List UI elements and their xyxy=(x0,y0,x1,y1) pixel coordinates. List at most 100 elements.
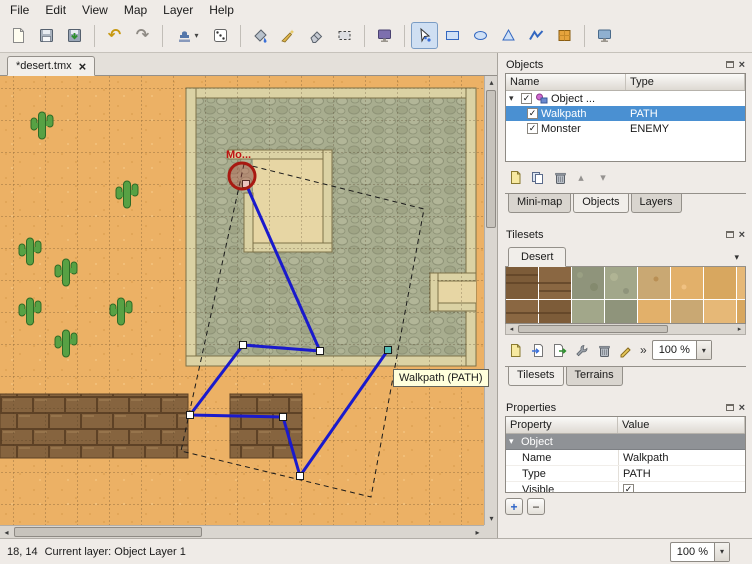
visibility-checkbox[interactable]: ✓ xyxy=(527,108,538,119)
save-map-button[interactable] xyxy=(33,22,60,49)
edit-polygons-button[interactable] xyxy=(411,22,438,49)
insert-polygon-button[interactable] xyxy=(495,22,522,49)
tab-minimap[interactable]: Mini-map xyxy=(508,194,571,213)
scroll-left-icon[interactable]: ◂ xyxy=(506,324,517,334)
dock-float-icon[interactable] xyxy=(726,404,734,411)
visible-checkbox[interactable]: ✓ xyxy=(623,484,634,493)
redo-button[interactable]: ↷ xyxy=(129,22,156,49)
new-map-button[interactable] xyxy=(5,22,32,49)
path-handle[interactable] xyxy=(187,412,194,419)
path-handle[interactable] xyxy=(240,342,247,349)
tileset-tab-desert[interactable]: Desert xyxy=(508,247,566,267)
selected-path-handle[interactable] xyxy=(385,347,392,354)
menu-file[interactable]: File xyxy=(2,1,37,19)
scroll-left-icon[interactable]: ◂ xyxy=(0,526,13,539)
new-tileset-button[interactable] xyxy=(505,340,525,360)
path-handle[interactable] xyxy=(280,414,287,421)
cursor-position: 18, 14 xyxy=(7,546,38,558)
horizontal-scrollbar-thumb[interactable] xyxy=(14,527,202,537)
properties-buttons: + − xyxy=(505,498,746,515)
remove-tileset-button[interactable] xyxy=(593,340,613,360)
horizontal-scrollbar[interactable]: ◂ ▸ xyxy=(0,525,484,538)
path-handle[interactable] xyxy=(297,473,304,480)
rect-select-button[interactable] xyxy=(331,22,358,49)
edit-terrain-button[interactable] xyxy=(615,340,635,360)
monster-object[interactable] xyxy=(229,163,255,189)
column-header-property[interactable]: Property xyxy=(506,417,618,433)
insert-polyline-button[interactable] xyxy=(523,22,550,49)
tileset-zoom-combo[interactable]: 100 % ▾ xyxy=(652,340,712,360)
column-header-type[interactable]: Type xyxy=(626,74,745,90)
column-header-name[interactable]: Name xyxy=(506,74,626,90)
tab-layers[interactable]: Layers xyxy=(631,194,682,213)
highlight-layer-button[interactable] xyxy=(371,22,398,49)
random-mode-button[interactable] xyxy=(207,22,234,49)
insert-ellipse-button[interactable] xyxy=(467,22,494,49)
eraser-button[interactable] xyxy=(303,22,330,49)
property-group-row[interactable]: ▾ Object xyxy=(506,434,745,450)
lower-object-button[interactable]: ▾ xyxy=(593,167,613,187)
insert-tile-button[interactable] xyxy=(551,22,578,49)
scroll-up-icon[interactable]: ▴ xyxy=(485,76,498,89)
dock-close-icon[interactable]: × xyxy=(739,231,745,239)
tileset-properties-button[interactable] xyxy=(571,340,591,360)
tileset-menu-icon[interactable]: ▾ xyxy=(730,252,743,266)
column-header-value[interactable]: Value xyxy=(618,417,745,433)
object-row-walkpath[interactable]: ✓ Walkpath PATH xyxy=(506,106,745,121)
tileset-view[interactable] xyxy=(505,267,746,324)
dock-float-icon[interactable] xyxy=(726,231,734,238)
object-group-row[interactable]: ▾ ✓ Object ... xyxy=(506,91,745,106)
tileset-tiles[interactable] xyxy=(506,267,746,323)
scroll-down-icon[interactable]: ▾ xyxy=(485,512,498,525)
menu-layer[interactable]: Layer xyxy=(155,1,201,19)
vertical-scrollbar[interactable]: ▴ ▾ xyxy=(484,76,497,525)
menu-view[interactable]: View xyxy=(74,1,116,19)
insert-rectangle-button[interactable] xyxy=(439,22,466,49)
remove-object-button[interactable] xyxy=(549,167,569,187)
map-properties-button[interactable] xyxy=(591,22,618,49)
visibility-checkbox[interactable]: ✓ xyxy=(521,93,532,104)
map-canvas[interactable]: Mo... xyxy=(0,76,484,525)
import-tileset-button[interactable] xyxy=(527,340,547,360)
undo-button[interactable]: ↶ xyxy=(101,22,128,49)
property-row-name[interactable]: Name Walkpath xyxy=(506,450,745,466)
toolbar-overflow-icon[interactable]: » xyxy=(637,343,650,357)
expander-icon[interactable]: ▾ xyxy=(509,93,518,104)
menu-help[interactable]: Help xyxy=(201,1,242,19)
bucket-fill-button[interactable] xyxy=(247,22,274,49)
tileset-scrollbar-thumb[interactable] xyxy=(518,325,668,333)
stamp-brush-button[interactable]: ▾ xyxy=(169,22,206,49)
add-property-button[interactable]: + xyxy=(505,498,523,515)
dock-close-icon[interactable]: × xyxy=(739,404,745,412)
path-handle[interactable] xyxy=(317,348,324,355)
magic-wand-button[interactable] xyxy=(275,22,302,49)
close-icon[interactable]: × xyxy=(79,62,87,71)
tileset-scrollbar[interactable]: ◂ ▸ xyxy=(505,324,746,335)
dock-close-icon[interactable]: × xyxy=(739,61,745,69)
visibility-checkbox[interactable]: ✓ xyxy=(527,123,538,134)
property-row-type[interactable]: Type PATH xyxy=(506,466,745,482)
document-tab[interactable]: *desert.tmx × xyxy=(7,56,95,76)
scroll-right-icon[interactable]: ▸ xyxy=(734,324,745,334)
dock-float-icon[interactable] xyxy=(726,61,734,68)
chevron-down-icon[interactable]: ▾ xyxy=(714,543,729,561)
export-tileset-button[interactable] xyxy=(549,340,569,360)
tab-terrains[interactable]: Terrains xyxy=(566,367,623,386)
scroll-right-icon[interactable]: ▸ xyxy=(471,526,484,539)
tab-objects[interactable]: Objects xyxy=(573,194,628,213)
tab-tilesets[interactable]: Tilesets xyxy=(508,367,564,386)
object-row-monster[interactable]: ✓ Monster ENEMY xyxy=(506,121,745,136)
chevron-down-icon[interactable]: ▾ xyxy=(696,341,711,359)
remove-property-button[interactable]: − xyxy=(527,498,545,515)
add-object-button[interactable] xyxy=(505,167,525,187)
menu-edit[interactable]: Edit xyxy=(37,1,74,19)
expander-icon[interactable]: ▾ xyxy=(509,436,518,447)
tilesets-dock-title: Tilesets xyxy=(506,229,544,241)
duplicate-object-button[interactable] xyxy=(527,167,547,187)
raise-object-button[interactable]: ▴ xyxy=(571,167,591,187)
export-map-button[interactable] xyxy=(61,22,88,49)
vertical-scrollbar-thumb[interactable] xyxy=(486,90,496,228)
menu-map[interactable]: Map xyxy=(116,1,155,19)
zoom-combo[interactable]: 100 % ▾ xyxy=(670,542,730,562)
property-row-visible[interactable]: Visible ✓ xyxy=(506,482,745,493)
